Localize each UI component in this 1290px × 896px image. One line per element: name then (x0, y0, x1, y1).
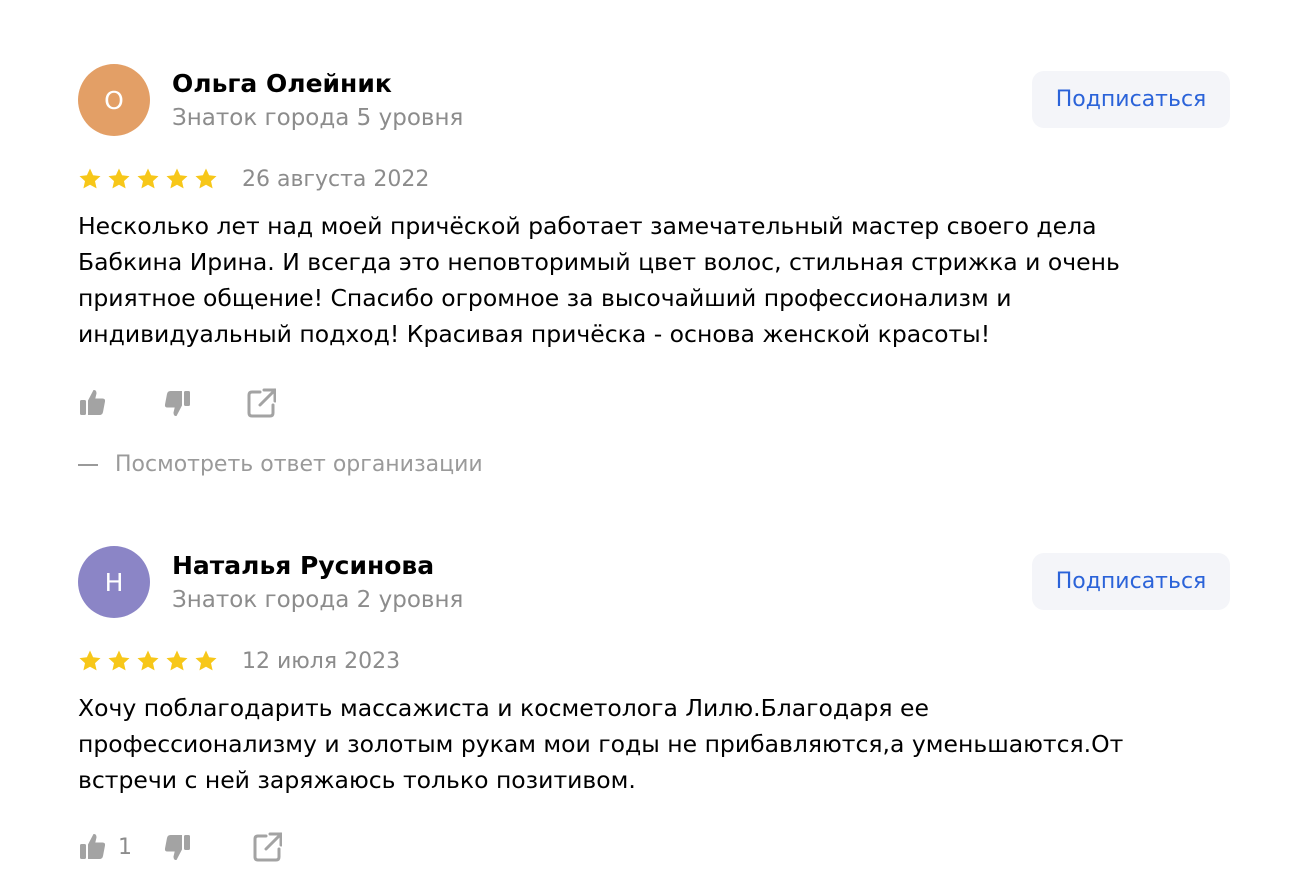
avatar[interactable]: О (78, 64, 150, 136)
share-button[interactable] (246, 386, 276, 420)
like-button[interactable]: 1 (78, 830, 162, 864)
org-reply-link[interactable]: Посмотреть ответ организации (78, 452, 483, 477)
share-button[interactable] (252, 830, 282, 864)
rating-row: 26 августа 2022 (78, 165, 429, 193)
review-text-line: профессионализму и золотым рукам мои год… (78, 730, 1124, 758)
star-icon (195, 168, 217, 189)
review-text-line: Хочу поблагодарить массажиста и косметол… (78, 694, 929, 722)
review-text: Хочу поблагодарить массажиста и косметол… (78, 690, 1218, 798)
dash-icon (78, 464, 98, 466)
org-reply-label: Посмотреть ответ организации (115, 452, 483, 477)
subscribe-button[interactable]: Подписаться (1032, 553, 1230, 610)
star-icon (79, 650, 101, 671)
star-icon (166, 650, 188, 671)
star-icon (137, 650, 159, 671)
dislike-button[interactable] (162, 830, 252, 864)
star-rating (78, 649, 218, 673)
star-icon (195, 650, 217, 671)
like-count: 1 (118, 834, 132, 860)
author-name[interactable]: Ольга Олейник (172, 69, 392, 98)
review-actions: 1 (78, 830, 282, 864)
avatar[interactable]: Н (78, 546, 150, 618)
subscribe-button[interactable]: Подписаться (1032, 71, 1230, 128)
review-text-line: индивидуальный подход! Красивая причёска… (78, 320, 991, 348)
author-level: Знаток города 2 уровня (172, 587, 464, 613)
star-icon (137, 168, 159, 189)
review-text-line: встречи с ней заряжаюсь только позитивом… (78, 766, 636, 794)
author-name[interactable]: Наталья Русинова (172, 551, 434, 580)
star-icon (108, 650, 130, 671)
thumbs-down-icon (164, 835, 190, 861)
rating-row: 12 июля 2023 (78, 647, 400, 675)
review-text: Несколько лет над моей причёской работае… (78, 208, 1218, 352)
review-date: 12 июля 2023 (242, 648, 401, 674)
thumbs-down-icon (164, 391, 190, 417)
dislike-button[interactable] (162, 386, 246, 420)
star-icon (79, 168, 101, 189)
review-text-line: приятное общение! Спасибо огромное за вы… (78, 284, 1012, 312)
thumbs-up-icon (80, 389, 106, 415)
review-text-line: Несколько лет над моей причёской работае… (78, 212, 1097, 240)
thumbs-up-icon (80, 833, 106, 859)
like-button[interactable] (78, 386, 162, 420)
review-actions (78, 386, 276, 420)
star-icon (166, 168, 188, 189)
star-icon (108, 168, 130, 189)
review-date: 26 августа 2022 (242, 166, 430, 192)
share-icon (247, 388, 276, 418)
review-text-line: Бабкина Ирина. И всегда это неповторимый… (78, 248, 1120, 276)
share-icon (253, 832, 282, 862)
author-level: Знаток города 5 уровня (172, 105, 464, 131)
star-rating (78, 167, 218, 191)
